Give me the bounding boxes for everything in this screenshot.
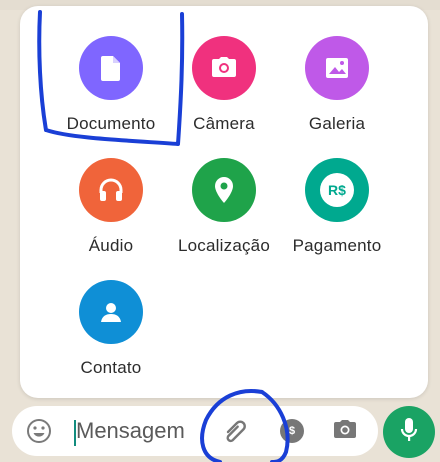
camera-icon	[192, 36, 256, 100]
emoji-icon[interactable]	[26, 418, 52, 449]
attach-location-button[interactable]: Localização	[164, 158, 284, 268]
payment-badge: R$	[320, 173, 354, 207]
contact-icon	[79, 280, 143, 344]
headphones-icon	[79, 158, 143, 222]
message-input-container: Mensagem $	[12, 406, 378, 456]
attach-gallery-button[interactable]: Galeria	[277, 36, 397, 146]
microphone-button[interactable]	[383, 406, 435, 458]
location-pin-icon	[192, 158, 256, 222]
message-composer: Mensagem $	[0, 398, 440, 462]
attach-camera-label: Câmera	[193, 114, 255, 133]
attach-location-label: Localização	[178, 236, 270, 255]
document-icon	[79, 36, 143, 100]
attach-payment-button[interactable]: R$ Pagamento	[277, 158, 397, 268]
attach-contact-label: Contato	[80, 358, 142, 377]
attach-audio-label: Áudio	[88, 236, 134, 255]
microphone-icon	[399, 416, 419, 449]
paperclip-icon[interactable]	[222, 418, 250, 449]
attachment-panel: Documento Câmera Galeria Áudio Localizaç…	[20, 6, 428, 398]
attach-camera-button[interactable]: Câmera	[164, 36, 284, 146]
gallery-icon	[305, 36, 369, 100]
payment-icon[interactable]: $	[280, 419, 304, 443]
attach-document-button[interactable]: Documento	[51, 36, 171, 146]
payment-icon: R$	[305, 158, 369, 222]
attach-payment-label: Pagamento	[292, 236, 382, 255]
attach-document-label: Documento	[66, 114, 156, 133]
attach-gallery-label: Galeria	[308, 114, 366, 133]
attach-contact-button[interactable]: Contato	[51, 280, 171, 390]
message-input[interactable]: Mensagem	[76, 418, 185, 444]
camera-icon[interactable]	[332, 418, 358, 447]
attach-audio-button[interactable]: Áudio	[51, 158, 171, 268]
